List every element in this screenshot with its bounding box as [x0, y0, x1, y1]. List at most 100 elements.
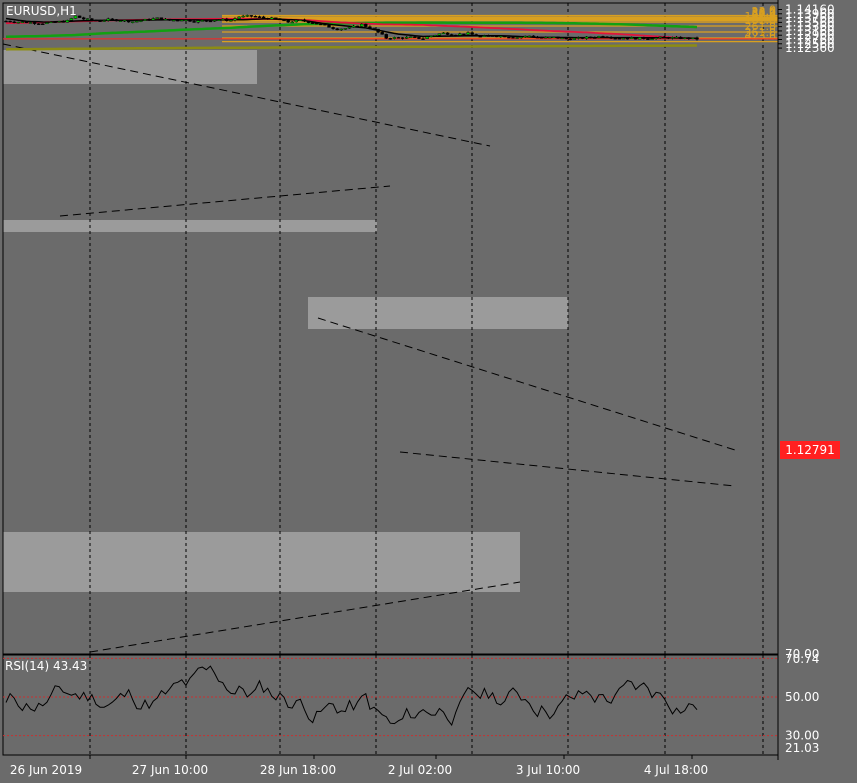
candle-body	[151, 18, 155, 21]
candle-body	[98, 20, 102, 22]
time-tick-label: 2 Jul 02:00	[388, 763, 452, 777]
candle-body	[221, 18, 225, 21]
candle-body	[629, 37, 634, 39]
trendline	[89, 581, 521, 653]
candle-body	[167, 18, 172, 21]
candle-body	[188, 19, 192, 22]
candle-body	[122, 19, 127, 22]
candle-body	[216, 19, 221, 21]
rsi-tick-label: 50.00	[785, 690, 819, 704]
candle-body	[343, 28, 348, 30]
candle-body	[613, 37, 617, 40]
candle-body	[241, 15, 245, 18]
candle-body	[253, 16, 258, 18]
candle-body	[32, 22, 37, 24]
candle-body	[368, 26, 372, 29]
candle-body	[339, 28, 343, 31]
time-tick-label: 3 Jul 10:00	[516, 763, 580, 777]
candle-body	[274, 17, 278, 19]
candle-body	[163, 18, 168, 21]
candle-body	[37, 23, 41, 25]
candle-body	[691, 37, 695, 39]
candle-body	[580, 37, 585, 39]
candle-body	[180, 19, 184, 22]
rsi-label: RSI(14) 43.43	[5, 659, 88, 673]
trendline	[399, 451, 736, 487]
candle-body	[523, 35, 527, 38]
candle-body	[601, 36, 605, 38]
candle-body	[564, 37, 568, 40]
candle-body	[470, 32, 474, 35]
candle-body	[94, 19, 98, 22]
candle-body	[449, 34, 454, 36]
candle-body	[388, 38, 393, 40]
candle-body	[458, 33, 462, 36]
sma-olive-line	[5, 44, 697, 51]
candle-body	[315, 22, 319, 25]
candle-body	[511, 37, 515, 39]
sr-zone	[308, 297, 568, 329]
candle-body	[421, 38, 425, 40]
candle-body	[298, 19, 303, 21]
candle-body	[372, 28, 376, 30]
candle-body	[413, 36, 417, 39]
time-tick-label: 27 Jun 10:00	[132, 763, 208, 777]
candle-body	[261, 16, 266, 19]
candle-body	[229, 20, 233, 22]
candle-body	[249, 15, 254, 17]
candle-body	[270, 17, 274, 20]
chart-window: 0 23.6 38.2 50.0 61.8 76.4 100.0 161.8 261.8 361.…	[0, 0, 857, 783]
candle-body	[131, 21, 135, 23]
candle-body	[597, 36, 601, 38]
candle-body	[102, 20, 106, 22]
candle-body	[45, 22, 49, 25]
candle-body	[282, 19, 286, 22]
candle-body	[621, 37, 626, 40]
price-tick-label: 1.12360	[785, 41, 835, 55]
candle-body	[290, 21, 294, 24]
candle-body	[57, 21, 61, 23]
candle-body	[159, 17, 164, 21]
candle-body	[310, 22, 315, 24]
candle-body	[171, 19, 176, 22]
candle-body	[20, 21, 25, 24]
candle-body	[196, 20, 200, 23]
candle-body	[552, 36, 556, 39]
candle-body	[646, 38, 650, 41]
candle-body	[425, 36, 429, 39]
candle-body	[445, 32, 450, 35]
candle-body	[531, 35, 536, 38]
candle-body	[204, 20, 209, 22]
candle-body	[396, 37, 401, 39]
candle-body	[556, 36, 560, 39]
candle-body	[494, 35, 499, 38]
candle-body	[499, 35, 503, 38]
candle-body	[147, 19, 151, 21]
rsi-tick-label: 70.00	[785, 647, 819, 661]
candle-body	[658, 36, 662, 39]
candle-body	[12, 21, 16, 24]
candle-body	[474, 34, 478, 37]
candle-body	[462, 33, 466, 36]
candle-body	[118, 20, 123, 22]
candle-body	[654, 37, 658, 39]
candle-body	[633, 37, 638, 40]
candle-body	[294, 19, 299, 23]
candle-body	[609, 37, 613, 39]
candle-body	[184, 19, 188, 21]
eurusd-h1-chart: 023.638.250.061.876.4100.0161.8261.8361.…	[2, 0, 835, 777]
candle-body	[674, 36, 679, 39]
candle-body	[572, 37, 577, 40]
candle-body	[302, 19, 307, 22]
candle-body	[323, 24, 327, 26]
candle-body	[245, 15, 249, 17]
candle-body	[404, 36, 409, 39]
time-tick-label: 4 Jul 18:00	[644, 763, 708, 777]
candle-body	[544, 37, 548, 39]
candle-body	[212, 20, 217, 22]
symbol-label: EURUSD,H1	[6, 4, 77, 18]
candle-body	[319, 23, 323, 26]
candle-body	[588, 36, 593, 39]
candle-body	[8, 20, 12, 23]
trendline	[317, 317, 736, 451]
